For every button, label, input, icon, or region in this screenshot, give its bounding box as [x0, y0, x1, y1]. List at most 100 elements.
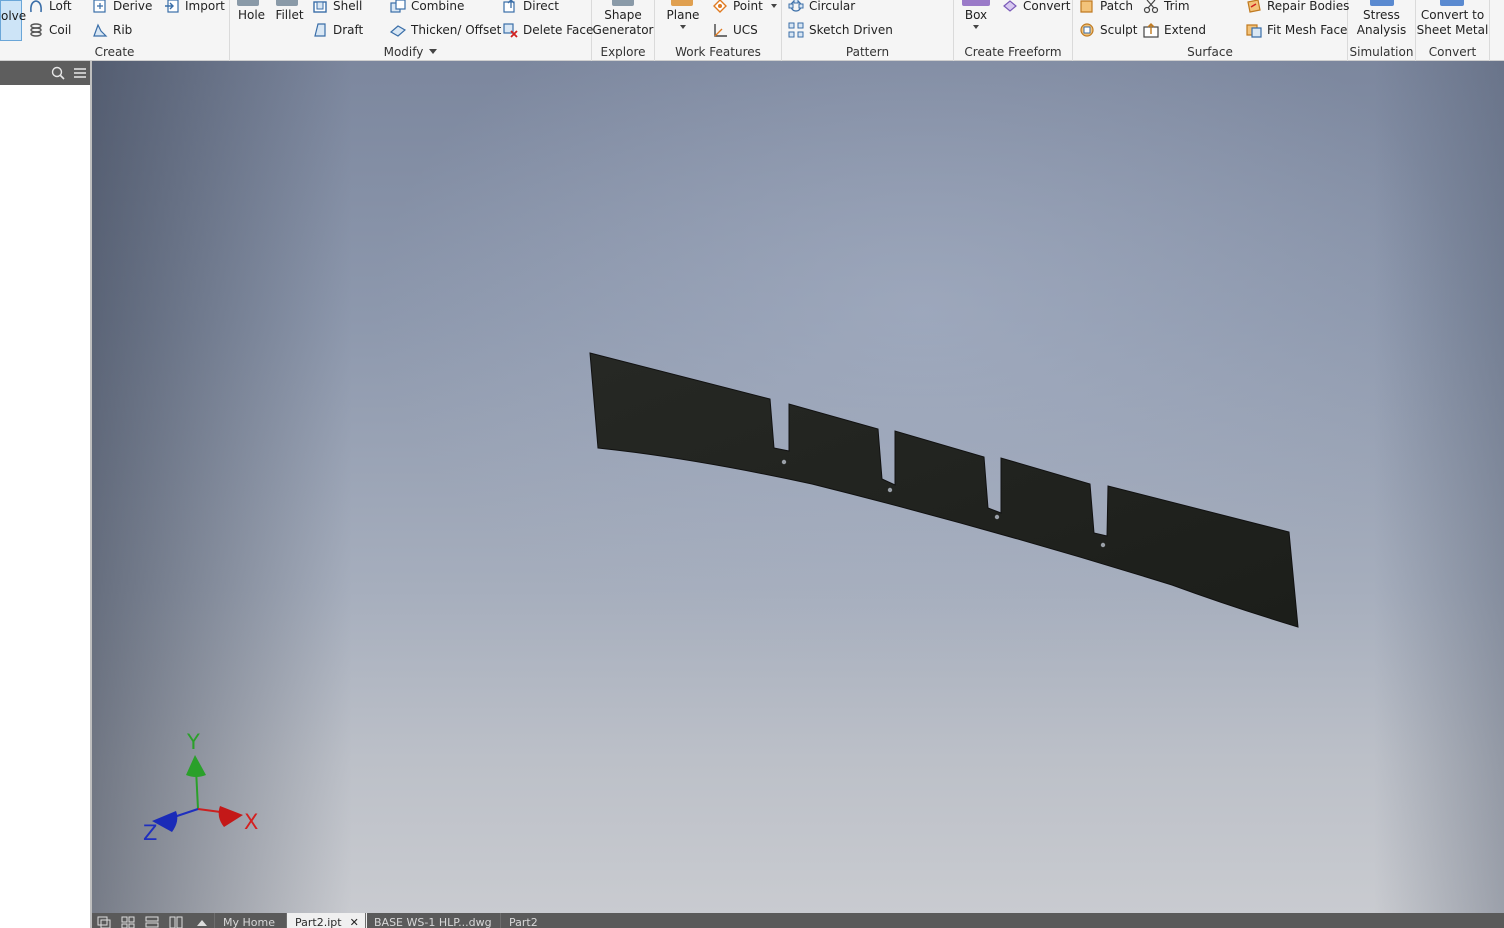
- convert-freeform-icon: [1002, 0, 1018, 14]
- search-icon[interactable]: [50, 65, 66, 81]
- chevron-down-icon: [429, 49, 438, 54]
- patch-button[interactable]: Patch: [1079, 0, 1133, 15]
- import-icon: [164, 0, 180, 14]
- draft-label: Draft: [333, 23, 364, 37]
- shape-generator-button[interactable]: Shape Generator: [592, 8, 654, 38]
- import-label: Import: [185, 0, 225, 13]
- tile-vertical-icon[interactable]: [168, 915, 184, 928]
- combine-button[interactable]: Combine: [390, 0, 464, 15]
- box-button[interactable]: Box: [956, 8, 996, 29]
- repair-bodies-button[interactable]: Repair Bodies: [1246, 0, 1349, 15]
- panel-create-label: Create: [94, 45, 135, 59]
- repair-bodies-icon: [1246, 0, 1262, 14]
- derive-button[interactable]: Derive: [92, 0, 152, 15]
- z-axis-label: Z: [143, 821, 157, 843]
- cascade-windows-icon[interactable]: [96, 915, 112, 928]
- shape-generator-icon: [612, 0, 634, 6]
- model-browser[interactable]: [0, 61, 92, 928]
- patch-label: Patch: [1100, 0, 1133, 13]
- x-axis-label: X: [244, 810, 258, 834]
- tile-windows-icon[interactable]: [120, 915, 136, 928]
- panel-create: olve Loft Coil Derive Rib Import Create: [0, 0, 230, 61]
- ucs-label: UCS: [733, 23, 758, 37]
- hamburger-menu-icon[interactable]: [72, 65, 88, 81]
- fillet-icon: [276, 0, 298, 6]
- draft-button[interactable]: Draft: [312, 21, 363, 39]
- circular-pattern-button[interactable]: Circular: [788, 0, 855, 15]
- point-button[interactable]: Point: [712, 0, 777, 15]
- x-axis-cone-icon: [218, 806, 243, 827]
- repair-bodies-label: Repair Bodies: [1267, 0, 1350, 13]
- trim-label: Trim: [1164, 0, 1190, 13]
- coil-button[interactable]: Coil: [28, 21, 71, 39]
- tab-base-ws-dwg[interactable]: BASE WS-1 HLP...dwg: [365, 913, 500, 928]
- delete-face-button[interactable]: Delete Face: [502, 21, 593, 39]
- panel-modify-label[interactable]: Modify: [230, 45, 591, 59]
- convert-freeform-button[interactable]: Convert: [1002, 0, 1070, 15]
- hole-icon: [237, 0, 259, 6]
- tab-part2[interactable]: Part2: [500, 913, 546, 928]
- stress-analysis-button[interactable]: Stress Analysis: [1348, 8, 1415, 38]
- trim-icon: [1143, 0, 1159, 14]
- thicken-icon: [390, 22, 406, 38]
- revolve-label: olve: [1, 9, 27, 23]
- thicken-label: Thicken/ Offset: [411, 23, 502, 37]
- fillet-button[interactable]: Fillet: [272, 8, 307, 23]
- fit-mesh-face-icon: [1246, 22, 1262, 38]
- panel-work-features-label: Work Features: [675, 45, 761, 59]
- tab-my-home[interactable]: My Home: [214, 913, 283, 928]
- fit-mesh-face-label: Fit Mesh Face: [1267, 23, 1348, 37]
- y-axis-label: Y: [186, 733, 200, 754]
- stress-analysis-icon: [1370, 0, 1394, 6]
- panel-explore-label: Explore: [600, 45, 646, 59]
- box-label: Box: [964, 8, 988, 22]
- point-label: Point: [733, 0, 763, 13]
- thicken-offset-button[interactable]: Thicken/ Offset: [390, 21, 501, 39]
- sheet-part-model[interactable]: [92, 61, 1504, 913]
- trim-button[interactable]: Trim: [1143, 0, 1190, 15]
- panel-pattern: Circular Sketch Driven Pattern: [782, 0, 954, 61]
- direct-button[interactable]: Direct: [502, 0, 559, 15]
- tile-horizontal-icon[interactable]: [144, 915, 160, 928]
- panel-simulation: Stress Analysis Simulation: [1348, 0, 1416, 61]
- panel-convert-label: Convert: [1428, 45, 1477, 59]
- loft-button[interactable]: Loft: [28, 0, 72, 15]
- draft-icon: [312, 22, 328, 38]
- panel-explore: Shape Generator Explore: [592, 0, 655, 61]
- loft-icon: [28, 0, 44, 14]
- circular-pattern-icon: [788, 0, 804, 14]
- import-button[interactable]: Import: [164, 0, 225, 15]
- ucs-button[interactable]: UCS: [712, 21, 758, 39]
- stress-analysis-label-1: Stress: [1363, 8, 1400, 22]
- ribbon: olve Loft Coil Derive Rib Import Create …: [0, 0, 1504, 61]
- part-body: [589, 352, 1299, 628]
- rib-label: Rib: [113, 23, 133, 37]
- sculpt-button[interactable]: Sculpt: [1079, 21, 1137, 39]
- close-tab-icon[interactable]: ✕: [350, 916, 359, 928]
- view-triad[interactable]: Y X Z: [140, 733, 270, 843]
- rib-button[interactable]: Rib: [92, 21, 132, 39]
- plane-button[interactable]: Plane: [661, 8, 705, 29]
- y-axis-cone-icon: [186, 755, 206, 777]
- plane-icon: [671, 0, 693, 6]
- panel-surface: Patch Sculpt Trim Extend Repair Bodies F…: [1073, 0, 1349, 61]
- extend-label: Extend: [1164, 23, 1206, 37]
- point-dropdown-icon[interactable]: [770, 4, 777, 8]
- graphics-viewport[interactable]: Y X Z: [92, 61, 1504, 913]
- rib-icon: [92, 22, 108, 38]
- direct-label: Direct: [523, 0, 559, 13]
- tab-part2-ipt[interactable]: Part2.ipt ✕: [286, 913, 367, 928]
- shell-label: Shell: [333, 0, 363, 13]
- extend-button[interactable]: Extend: [1143, 21, 1206, 39]
- shape-generator-label-1: Shape: [604, 8, 642, 22]
- derive-label: Derive: [113, 0, 153, 13]
- revolve-button[interactable]: olve: [0, 0, 26, 41]
- point-icon: [712, 0, 728, 14]
- fit-mesh-face-button[interactable]: Fit Mesh Face: [1246, 21, 1347, 39]
- convert-to-sheet-metal-button[interactable]: Convert to Sheet Metal: [1416, 8, 1489, 38]
- sketch-driven-pattern-label: Sketch Driven: [809, 23, 893, 37]
- shell-button[interactable]: Shell: [312, 0, 362, 15]
- hole-button[interactable]: Hole: [234, 8, 269, 23]
- tab-menu-up-icon[interactable]: [194, 915, 210, 928]
- sketch-driven-pattern-button[interactable]: Sketch Driven: [788, 21, 893, 39]
